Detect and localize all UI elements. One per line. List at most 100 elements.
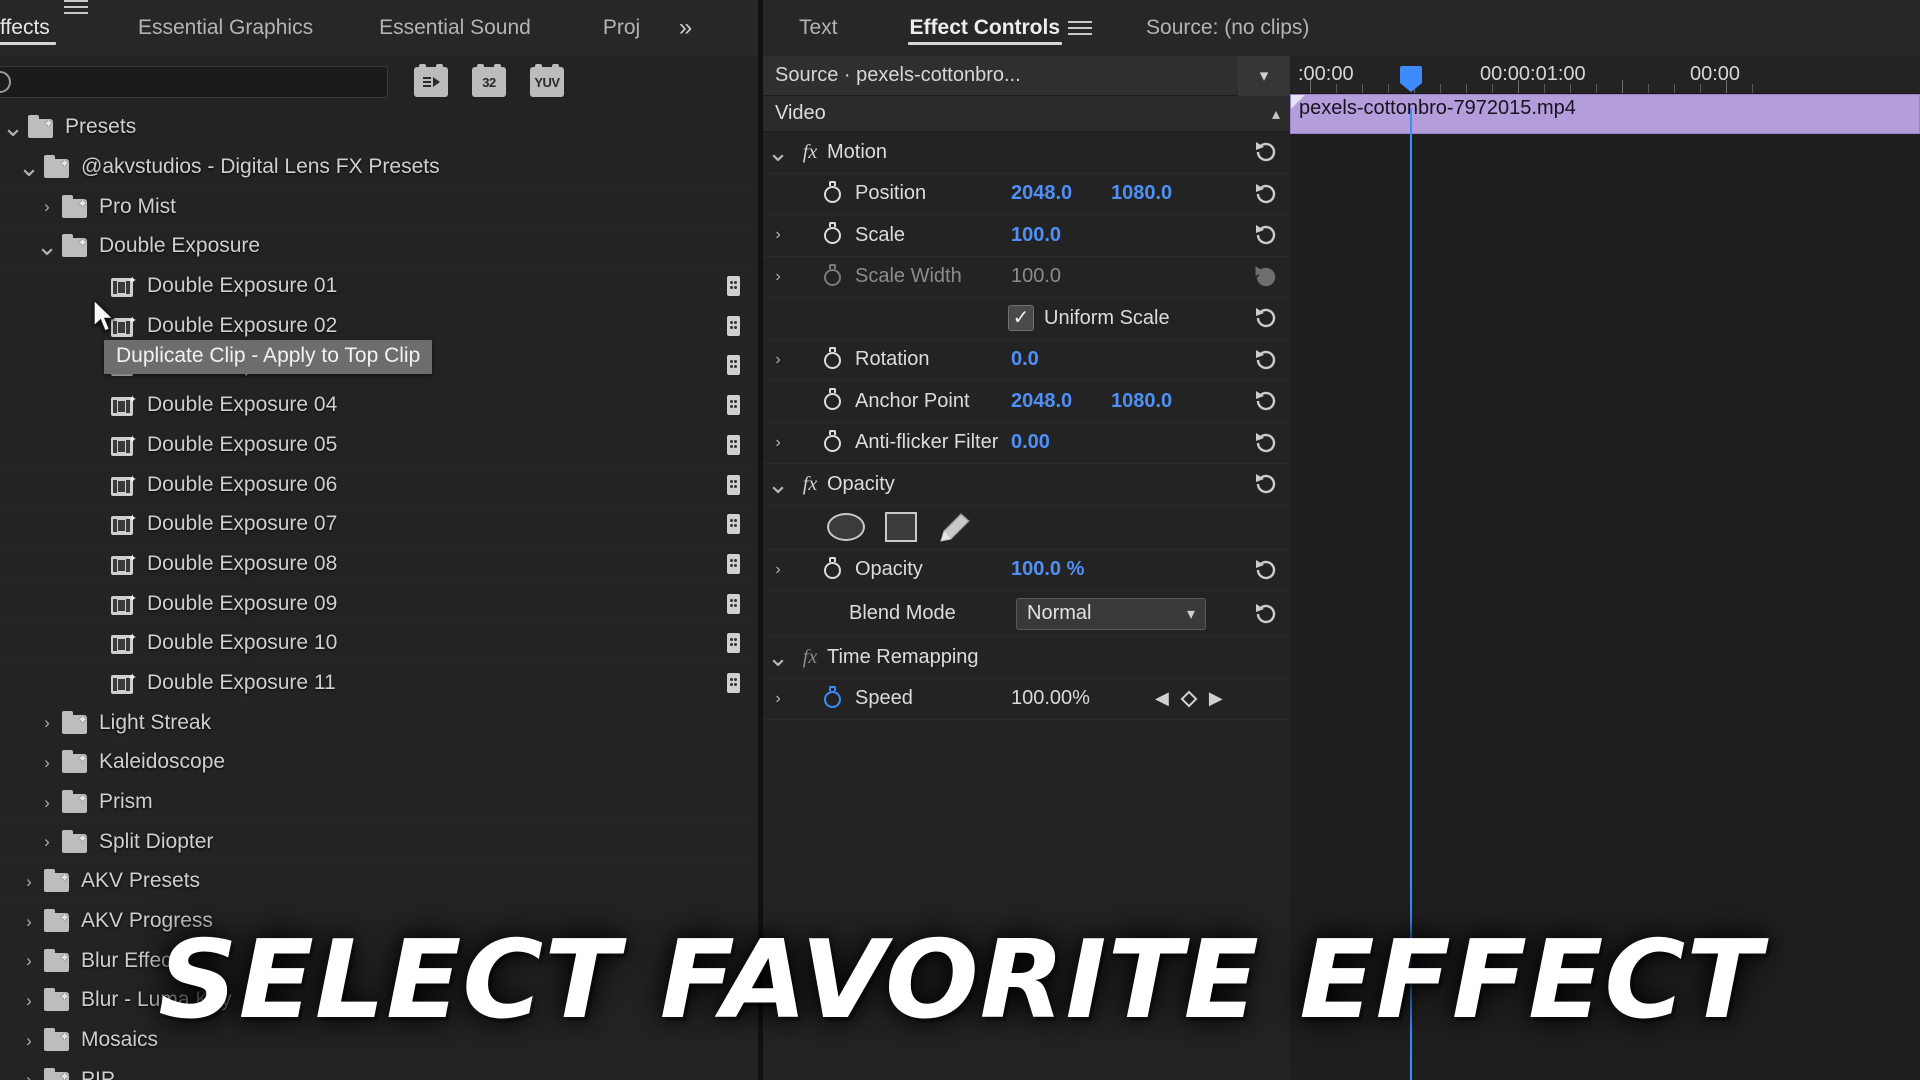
chevron-right-icon[interactable]: › [763, 268, 793, 286]
reset-parameter-button[interactable] [1253, 305, 1279, 331]
tree-row[interactable]: › ✦ Light Streak [0, 703, 758, 743]
parameter-value-1[interactable]: 100.0 [1011, 224, 1061, 247]
reset-parameter-button[interactable] [1253, 430, 1279, 456]
chevron-right-icon[interactable]: › [34, 833, 60, 850]
chevron-right-icon[interactable]: › [34, 714, 60, 731]
effect-group-header[interactable]: ⌄ fx Time Remapping [763, 637, 1290, 679]
parameter-row[interactable]: Position 2048.0 1080.0 [763, 174, 1290, 215]
tree-row[interactable]: ✦ Double Exposure 07 [0, 505, 758, 545]
stopwatch-icon[interactable] [819, 555, 849, 585]
video-group-header[interactable]: Video ▴ [763, 96, 1290, 132]
timeline-ruler[interactable]: :00:00 00:00:01:00 00:00 [1290, 56, 1920, 94]
parameter-row[interactable]: › Anti-flicker Filter 0.00 [763, 423, 1290, 464]
parameter-value-2[interactable]: 1080.0 [1111, 182, 1172, 205]
parameter-value-1[interactable]: 2048.0 [1011, 182, 1072, 205]
reset-parameter-button[interactable] [1253, 388, 1279, 414]
tree-row[interactable]: ⌄ ✦ Double Exposure [0, 227, 758, 267]
tree-row[interactable]: ✦ Double Exposure 09 [0, 584, 758, 624]
add-keyframe-icon[interactable] [1180, 690, 1198, 708]
effect-group-header[interactable]: ⌄ fx Motion [763, 132, 1290, 174]
next-keyframe-icon[interactable]: ▶ [1209, 688, 1223, 709]
chevron-down-icon[interactable]: ⌄ [763, 139, 793, 165]
tab-overflow-icon[interactable]: » [679, 0, 692, 56]
reset-parameter-button[interactable] [1253, 264, 1279, 290]
tab-text[interactable]: Text [799, 0, 838, 56]
chevron-right-icon[interactable]: › [763, 434, 793, 452]
chevron-down-icon[interactable]: ⌄ [763, 644, 793, 670]
reset-parameter-button[interactable] [1253, 601, 1279, 627]
chevron-right-icon[interactable]: › [16, 1032, 42, 1049]
parameter-row[interactable]: › Scale Width 100.0 [763, 257, 1290, 298]
stopwatch-icon[interactable] [819, 179, 849, 209]
reset-parameter-button[interactable] [1253, 557, 1279, 583]
tree-row[interactable]: ✦ Double Exposure 05 [0, 426, 758, 466]
tree-row[interactable]: › ✦ Blur Effects [0, 941, 758, 982]
reset-parameter-button[interactable] [1253, 471, 1279, 497]
tab-essential-graphics[interactable]: Essential Graphics [138, 0, 313, 56]
tree-row[interactable]: › ✦ Kaleidoscope [0, 743, 758, 783]
chevron-down-icon[interactable]: ⌄ [16, 154, 42, 180]
chevron-right-icon[interactable]: › [16, 952, 42, 969]
stopwatch-icon[interactable] [819, 386, 849, 416]
chevron-right-icon[interactable]: › [763, 690, 793, 708]
chevron-right-icon[interactable]: › [16, 992, 42, 1009]
tab-effects[interactable]: Effects [0, 0, 56, 56]
parameter-value-1[interactable]: 0.0 [1011, 348, 1039, 371]
tree-row[interactable]: › ✦ AKV Progress [0, 902, 758, 942]
tree-row[interactable]: › ✦ Mosaics [0, 1021, 758, 1061]
tab-source[interactable]: Source: (no clips) [1146, 0, 1309, 56]
playhead-handle[interactable] [1400, 66, 1422, 92]
stopwatch-icon[interactable] [819, 428, 849, 458]
source-dropdown-icon[interactable]: ▾ [1238, 56, 1290, 96]
reset-parameter-button[interactable] [1253, 347, 1279, 373]
reset-parameter-button[interactable] [1253, 139, 1279, 165]
tree-row[interactable]: › ✦ PIP [0, 1061, 758, 1080]
search-input[interactable] [11, 71, 387, 93]
effects-tree[interactable]: ⌄ ✦ Presets ⌄ ✦ @akvstudios - Digital Lens FX… [0, 108, 758, 1080]
chevron-right-icon[interactable]: › [763, 351, 793, 369]
chevron-down-icon[interactable]: ⌄ [0, 114, 26, 140]
tree-row[interactable]: ✦ Double Exposure 08 [0, 545, 758, 585]
tab-essential-sound[interactable]: Essential Sound [379, 0, 531, 56]
chevron-right-icon[interactable]: › [16, 913, 42, 930]
chevron-right-icon[interactable]: › [34, 754, 60, 771]
tree-row[interactable]: ✦ Double Exposure 06 [0, 465, 758, 505]
accelerated-effects-icon[interactable] [414, 64, 448, 97]
effects-panel-menu-icon[interactable] [56, 0, 96, 14]
parameter-row[interactable]: › Speed 100.00% ◀ ▶ [763, 679, 1290, 720]
parameter-row[interactable]: › Scale 100.0 [763, 215, 1290, 257]
stopwatch-icon[interactable] [819, 220, 849, 250]
parameter-value-1[interactable]: 2048.0 [1011, 390, 1072, 413]
uniform-scale-checkbox[interactable]: ✓ [1008, 305, 1034, 332]
stopwatch-icon[interactable] [819, 262, 849, 292]
parameter-row[interactable]: Anchor Point 2048.0 1080.0 [763, 381, 1290, 423]
tree-row[interactable]: › ✦ AKV Presets [0, 862, 758, 902]
parameter-value-2[interactable]: 1080.0 [1111, 390, 1172, 413]
previous-keyframe-icon[interactable]: ◀ [1155, 688, 1169, 709]
chevron-down-icon[interactable]: ⌄ [763, 471, 793, 497]
parameter-value-1[interactable]: 100.0 % [1011, 558, 1084, 581]
reset-parameter-button[interactable] [1253, 222, 1279, 248]
tree-row[interactable]: ✦ Double Exposure 11 [0, 664, 758, 704]
tree-row[interactable]: › ✦ Blur - Luma Key [0, 981, 758, 1021]
32-bit-color-icon[interactable]: 32 [472, 64, 506, 97]
tree-row[interactable]: ✦ Double Exposure 10 [0, 624, 758, 664]
parameter-value-1[interactable]: 0.00 [1011, 431, 1050, 454]
chevron-right-icon[interactable]: › [16, 1071, 42, 1080]
chevron-right-icon[interactable]: › [16, 873, 42, 890]
chevron-right-icon[interactable]: › [763, 226, 793, 244]
chevron-down-icon[interactable]: ⌄ [34, 233, 60, 259]
chevron-up-icon[interactable]: ▴ [1272, 104, 1280, 124]
effect-group-header[interactable]: ⌄ fx Opacity [763, 464, 1290, 506]
stopwatch-icon[interactable] [819, 684, 849, 714]
chevron-right-icon[interactable]: › [34, 794, 60, 811]
parameter-value-1[interactable]: 100.0 [1011, 265, 1061, 288]
effect-controls-menu-icon[interactable] [1060, 0, 1100, 56]
tree-row[interactable]: ⌄ ✦ Presets [0, 108, 758, 148]
yuv-effects-icon[interactable]: YUV [530, 64, 564, 97]
tree-row[interactable]: › ✦ Pro Mist [0, 187, 758, 228]
stopwatch-icon[interactable] [819, 345, 849, 375]
pen-mask-icon[interactable] [937, 512, 971, 542]
tree-row[interactable]: ✦ Double Exposure 01 [0, 267, 758, 307]
tree-row[interactable]: › ✦ Prism [0, 783, 758, 823]
